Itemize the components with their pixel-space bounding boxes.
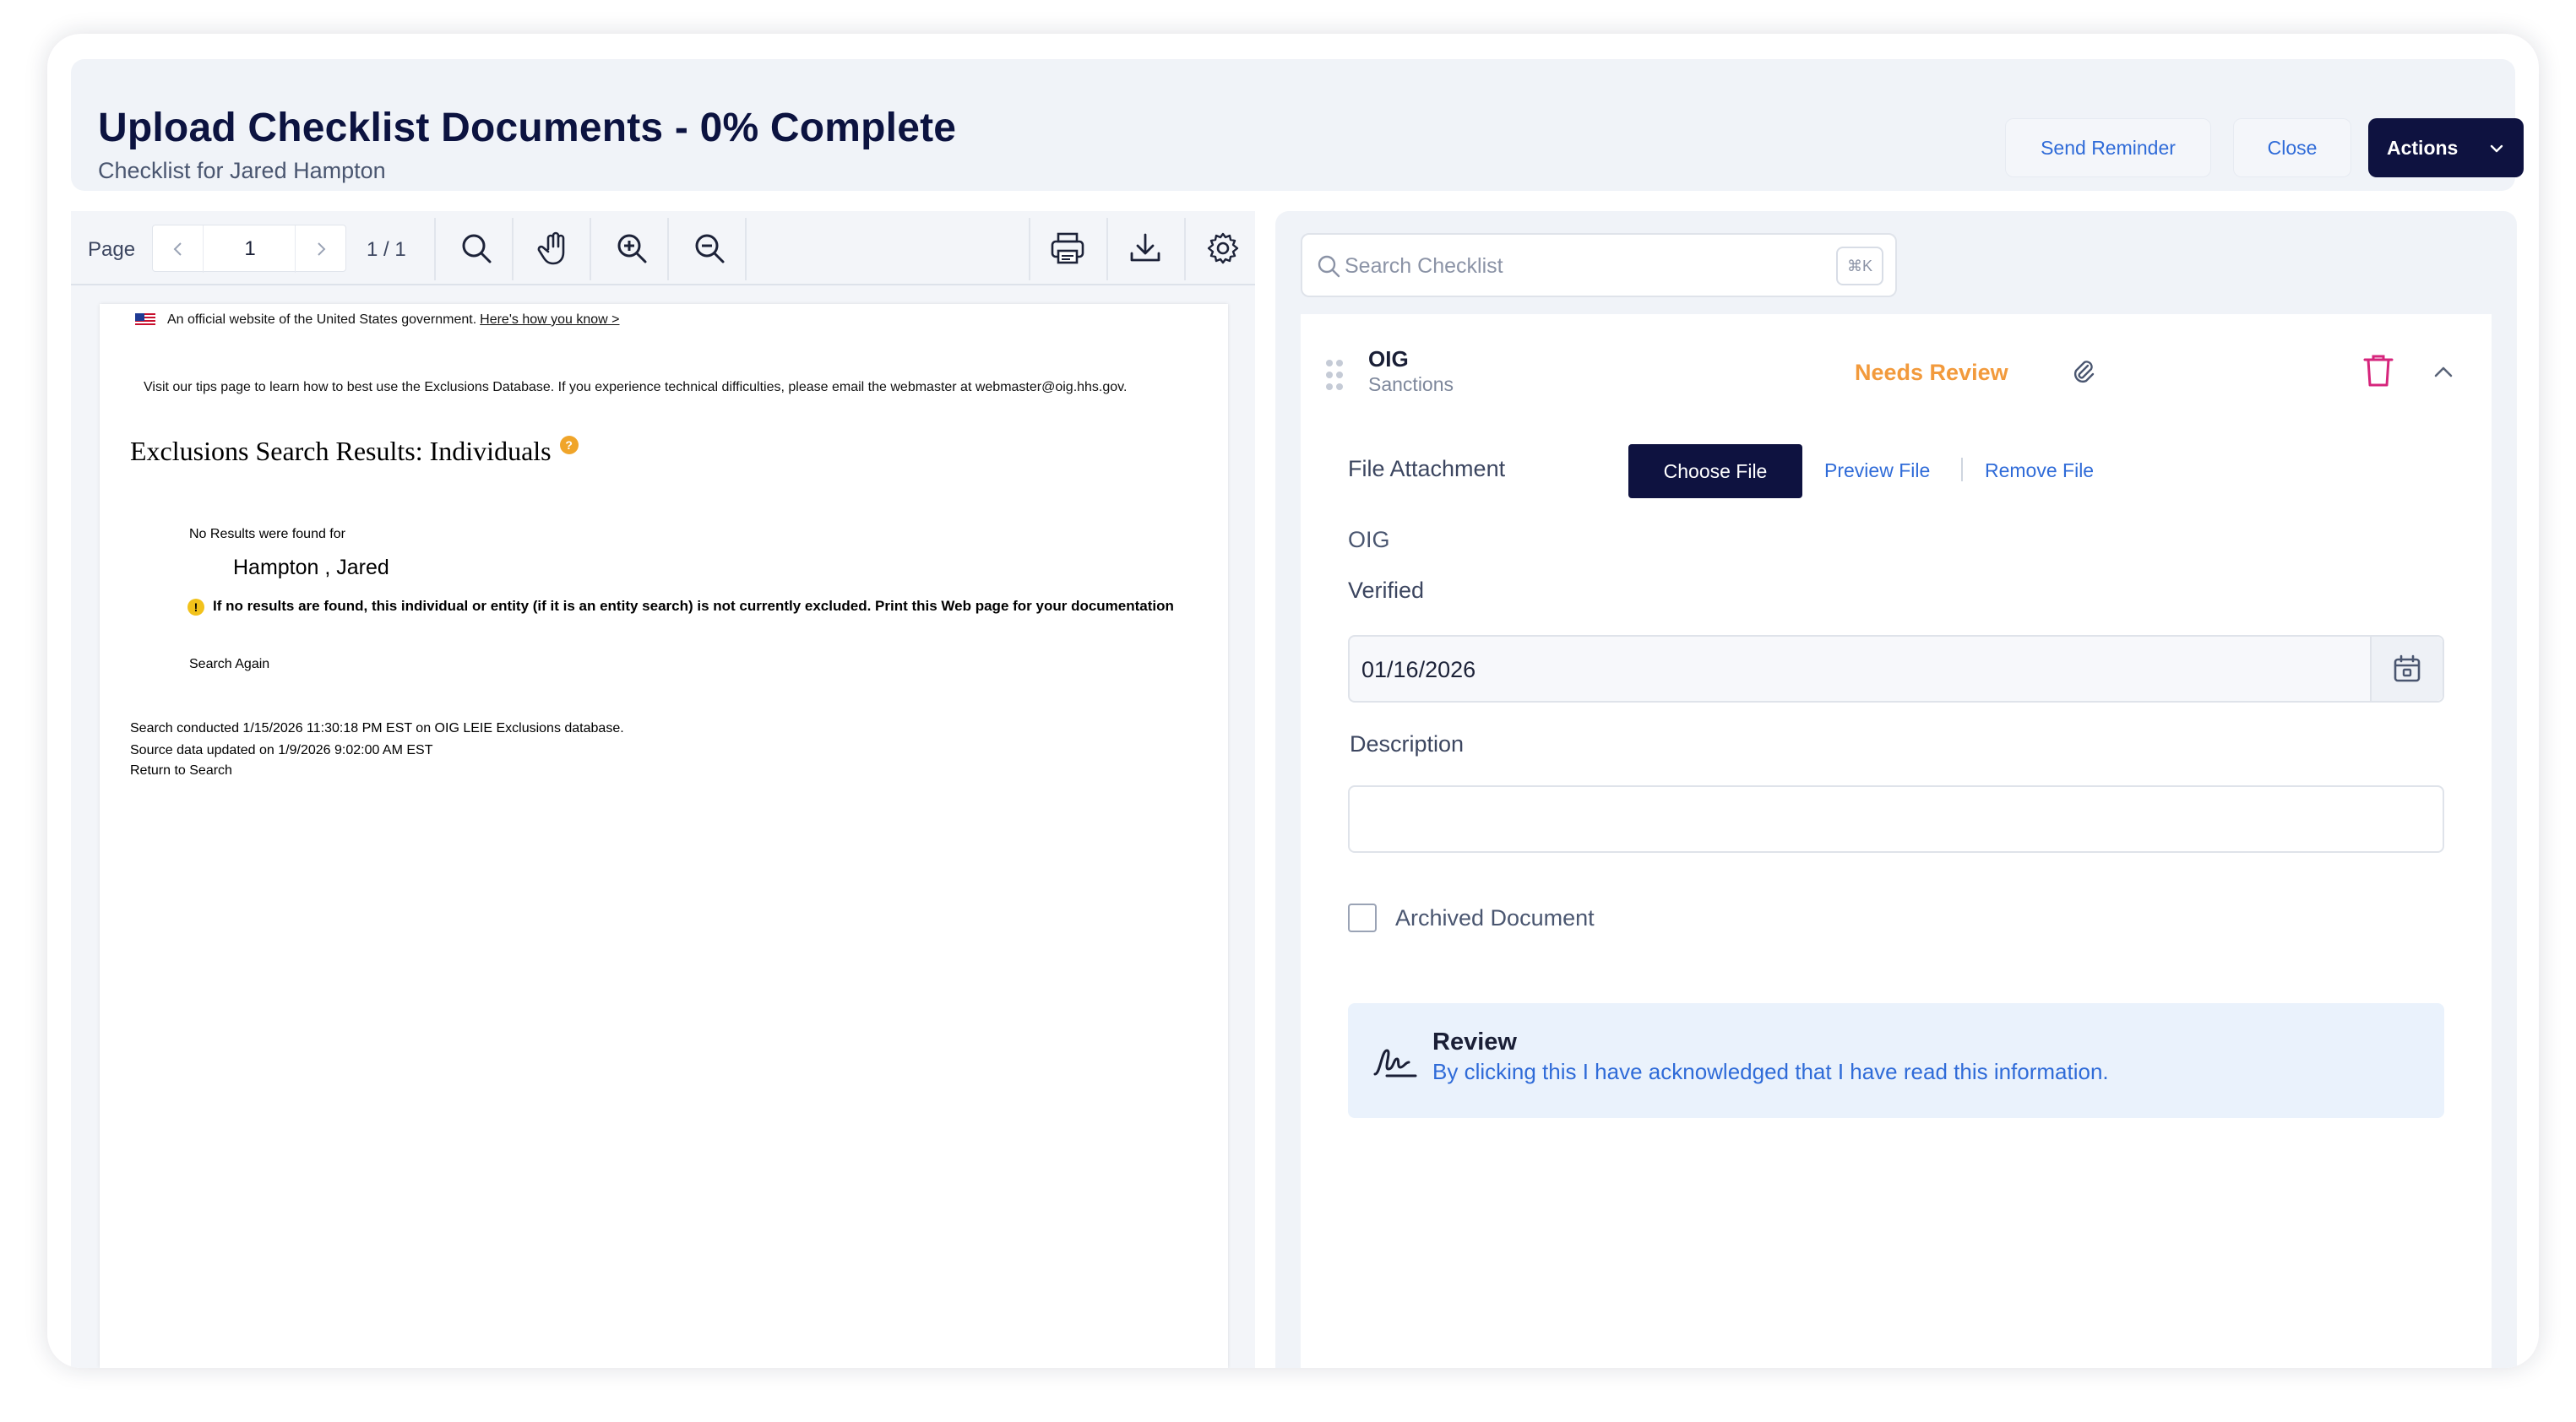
return-to-search-link[interactable]: Return to Search <box>130 763 232 779</box>
trash-icon[interactable] <box>2363 353 2394 388</box>
toolbar-divider <box>590 218 591 280</box>
chevron-down-icon <box>2490 144 2503 153</box>
document-page: An official website of the United States… <box>100 304 1228 1368</box>
toolbar-divider <box>667 218 669 280</box>
print-button[interactable] <box>1042 223 1093 274</box>
signature-icon <box>1373 1049 1417 1077</box>
remove-file-link[interactable]: Remove File <box>1985 459 2094 482</box>
keyboard-shortcut-badge: ⌘K <box>1836 247 1883 285</box>
archived-document-label: Archived Document <box>1395 905 1595 931</box>
search-icon <box>1318 255 1340 278</box>
pan-hand-icon <box>537 231 565 265</box>
search-conducted-text: Search conducted 1/15/2026 11:30:18 PM E… <box>130 721 624 735</box>
document-viewer: Page 1 1 / 1 An official website of the … <box>71 211 1255 1368</box>
us-flag-icon <box>135 313 155 327</box>
review-acknowledge-button[interactable]: Review By clicking this I have acknowled… <box>1348 1003 2444 1118</box>
description-field <box>1348 785 2444 853</box>
review-acknowledgement-text: By clicking this I have acknowledged tha… <box>1432 1059 2109 1084</box>
download-button[interactable] <box>1120 223 1171 274</box>
review-title: Review <box>1432 1029 1517 1056</box>
send-reminder-button[interactable]: Send Reminder <box>2005 118 2211 177</box>
calendar-icon <box>2394 654 2421 682</box>
toolbar-divider <box>1106 218 1108 280</box>
status-badge: Needs Review <box>1855 360 2008 385</box>
toolbar-divider <box>512 218 514 280</box>
zoom-out-icon <box>695 234 725 263</box>
page-label: Page <box>88 238 136 261</box>
drag-handle-icon[interactable] <box>1324 358 1345 392</box>
zoom-in-button[interactable] <box>606 223 657 274</box>
prev-page-button[interactable] <box>153 225 204 273</box>
description-label: Description <box>1350 731 1465 757</box>
no-results-text: No Results were found for <box>189 527 345 541</box>
close-button[interactable]: Close <box>2233 118 2351 177</box>
actions-label: Actions <box>2387 136 2459 159</box>
tips-text: Visit our tips page to learn how to best… <box>144 380 1128 394</box>
verified-label: Verified <box>1348 578 1425 603</box>
chevron-left-icon <box>173 242 182 256</box>
page-subtitle: Checklist for Jared Hampton <box>98 158 386 183</box>
next-page-button[interactable] <box>295 225 345 273</box>
searched-name: Hampton , Jared <box>233 556 389 579</box>
checklist-search: ⌘K <box>1301 233 1897 297</box>
checklist-item-card: OIG Sanctions Needs Review File Attachme… <box>1301 314 2492 1368</box>
warning-text: If no results are found, this individual… <box>213 598 1174 614</box>
search-metadata: Search conducted 1/15/2026 11:30:18 PM E… <box>130 718 624 762</box>
page-header: Upload Checklist Documents - 0% Complete… <box>71 59 2524 191</box>
toolbar-divider <box>1029 218 1030 280</box>
verified-date-field <box>1348 635 2444 703</box>
file-attachment-label: File Attachment <box>1348 456 1506 481</box>
pan-button[interactable] <box>529 223 579 274</box>
viewer-toolbar: Page 1 1 / 1 <box>71 211 1255 285</box>
search-checklist-input[interactable] <box>1345 247 1818 285</box>
toolbar-divider <box>434 218 436 280</box>
paperclip-icon <box>2073 361 2095 383</box>
archived-document-checkbox[interactable] <box>1348 904 1377 932</box>
zoom-in-icon <box>617 234 647 263</box>
description-input[interactable] <box>1350 787 2443 851</box>
page-navigator: 1 <box>152 225 346 273</box>
gear-icon <box>1207 232 1239 264</box>
not-excluded-warning: ! If no results are found, this individua… <box>187 596 1184 616</box>
page-number-input[interactable]: 1 <box>204 225 296 273</box>
checklist-window: Upload Checklist Documents - 0% Complete… <box>47 34 2539 1368</box>
link-divider <box>1961 458 1963 481</box>
gov-banner: An official website of the United States… <box>135 312 620 328</box>
search-again-link[interactable]: Search Again <box>189 657 269 672</box>
toolbar-divider <box>745 218 747 280</box>
results-heading-text: Exclusions Search Results: Individuals <box>130 436 552 466</box>
search-icon <box>462 234 492 263</box>
page-title: Upload Checklist Documents - 0% Complete <box>98 106 957 150</box>
gov-banner-link[interactable]: Here's how you know > <box>480 312 619 328</box>
gov-banner-text: An official website of the United States… <box>167 312 477 327</box>
page-count: 1 / 1 <box>367 238 406 261</box>
chevron-up-icon[interactable] <box>2432 361 2454 383</box>
download-icon <box>1130 233 1160 262</box>
verified-date-input[interactable] <box>1361 649 2291 691</box>
results-heading: Exclusions Search Results: Individuals? <box>130 436 579 467</box>
item-category: Sanctions <box>1368 373 1454 395</box>
section-label: OIG <box>1348 527 1390 552</box>
help-icon[interactable]: ? <box>559 436 579 454</box>
print-icon <box>1051 232 1084 264</box>
chevron-right-icon <box>317 242 325 256</box>
source-updated-text: Source data updated on 1/9/2026 9:02:00 … <box>130 743 433 757</box>
date-picker-button[interactable] <box>2370 637 2443 701</box>
search-document-button[interactable] <box>451 223 502 274</box>
item-title: OIG <box>1368 346 1409 372</box>
toolbar-divider <box>1184 218 1186 280</box>
warning-icon: ! <box>187 598 204 616</box>
checklist-panel: ⌘K OIG Sanctions Needs Review File Attac… <box>1275 211 2517 1368</box>
choose-file-button[interactable]: Choose File <box>1628 444 1802 498</box>
settings-button[interactable] <box>1198 223 1248 274</box>
actions-button[interactable]: Actions <box>2368 118 2524 177</box>
preview-file-link[interactable]: Preview File <box>1824 459 1930 482</box>
zoom-out-button[interactable] <box>684 223 735 274</box>
